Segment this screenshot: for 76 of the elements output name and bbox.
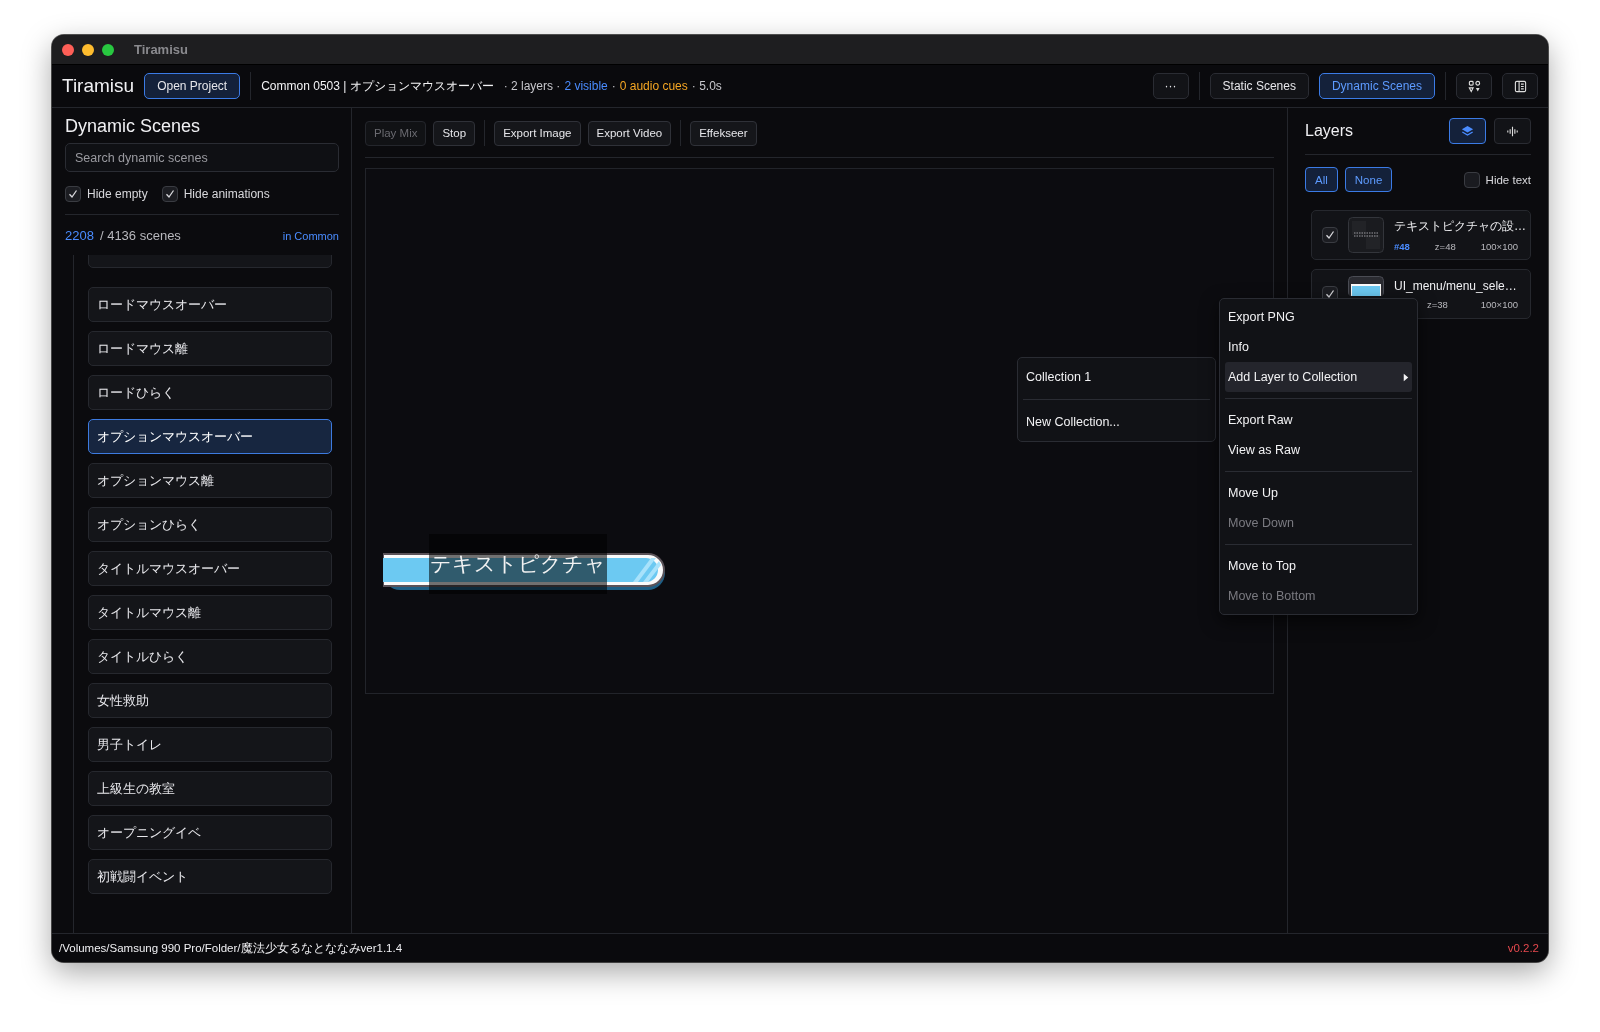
open-project-button[interactable]: Open Project <box>144 73 241 99</box>
version-label: v0.2.2 <box>1507 942 1539 954</box>
menu-item[interactable]: Info <box>1225 332 1412 362</box>
view-toggle[interactable] <box>1494 118 1531 144</box>
scene-stat: 2 visible <box>564 79 608 93</box>
filter-label: Hide empty <box>87 187 148 201</box>
scene-item[interactable]: タイトルマウスオーバー <box>88 551 332 586</box>
filter-button[interactable]: None <box>1344 167 1393 192</box>
mode-tab[interactable]: Static Scenes <box>1209 73 1309 99</box>
scope-link[interactable]: in Common <box>282 229 339 242</box>
search-field[interactable]: Search dynamic scenes <box>65 143 339 172</box>
shapes-icon-button[interactable] <box>1456 73 1492 99</box>
scene-count: 2208 <box>65 228 94 243</box>
view-toggle[interactable] <box>1449 118 1486 144</box>
layer-size: 100×100 <box>1480 241 1518 252</box>
layer-thumbnail <box>1348 217 1384 253</box>
app-name: Tiramisu <box>62 75 135 97</box>
submenu-item[interactable]: Collection 1 <box>1023 361 1210 393</box>
text-layer: テキストピクチャ <box>429 534 607 594</box>
action-button[interactable]: Export Video <box>587 120 672 146</box>
menu-item[interactable]: Export Raw <box>1225 405 1412 435</box>
submenu-item[interactable]: New Collection... <box>1023 406 1210 438</box>
hide-text-checkbox[interactable] <box>1463 171 1480 188</box>
scene-item[interactable]: 上級生の教室 <box>88 771 332 806</box>
filter-checkbox[interactable] <box>65 186 81 202</box>
layer-id: #48 <box>1394 241 1410 252</box>
layer-checkbox[interactable] <box>1322 227 1338 243</box>
action-button[interactable]: Effekseer <box>690 120 757 146</box>
filter-label: Hide animations <box>183 187 270 201</box>
scene-item[interactable]: ロードマウス離 <box>88 331 332 366</box>
filter-button[interactable]: All <box>1305 167 1338 192</box>
scene-stat: · 2 layers · <box>503 79 561 93</box>
scene-stat: · 5.0s <box>691 79 722 93</box>
scene-item[interactable]: 男子トイレ <box>88 727 332 762</box>
close-button[interactable] <box>62 43 74 56</box>
scene-total: / 4136 scenes <box>99 228 181 243</box>
menu-item[interactable]: Move to Top <box>1225 551 1412 581</box>
more-button[interactable]: ··· <box>1152 73 1189 99</box>
zoom-button[interactable] <box>102 43 114 56</box>
sidebar-toggle-button[interactable] <box>1502 73 1538 99</box>
filter-checkbox[interactable] <box>161 186 178 202</box>
scene-item[interactable]: オプションマウスオーバー <box>88 419 332 454</box>
scene-item[interactable]: オプションひらく <box>88 507 332 542</box>
scene-item[interactable]: オープニングイベ <box>88 815 332 850</box>
scene-item[interactable]: タイトルひらく <box>88 639 332 674</box>
panel-title: Layers <box>1305 122 1355 140</box>
layers-icon <box>1460 123 1475 139</box>
scene-item[interactable]: 女性救助 <box>88 683 332 718</box>
layer-z-index: z=38 <box>1426 298 1448 310</box>
menu-item[interactable]: Move Up <box>1225 478 1412 508</box>
layer-item[interactable]: テキストピクチャの設… #48 z=48 100×100 <box>1311 210 1531 260</box>
minimize-button[interactable] <box>82 43 94 56</box>
layer-thumbnail <box>1348 276 1384 296</box>
checkbox-label: Hide text <box>1485 173 1531 186</box>
menu-item[interactable]: Add Layer to Collection <box>1225 362 1412 392</box>
scene-item[interactable]: 初戦闘イベント <box>88 859 332 894</box>
scene-stat: · <box>611 79 616 93</box>
sidebar-icon <box>1513 79 1527 93</box>
window-title: Tiramisu <box>134 42 188 57</box>
layer-name: UI_menu/menu_sele… <box>1394 278 1518 293</box>
sidebar-title: Dynamic Scenes <box>65 116 202 137</box>
scene-item[interactable]: ロードマウスオーバー <box>88 287 332 322</box>
scene-stat: 0 audio cues <box>619 79 688 93</box>
scene-item[interactable]: タイトルマウス離 <box>88 595 332 630</box>
mode-tab[interactable]: Dynamic Scenes <box>1318 73 1435 99</box>
menu-item[interactable]: View as Raw <box>1225 435 1412 465</box>
scene-item[interactable]: ロードひらく <box>88 375 332 410</box>
layer-size: 100×100 <box>1480 298 1518 310</box>
action-button[interactable]: Stop <box>433 120 476 146</box>
layer-z-index: z=48 <box>1434 241 1456 252</box>
submenu-arrow-icon <box>1403 372 1409 382</box>
scene-item[interactable]: オプションマウス離 <box>88 463 332 498</box>
action-button[interactable]: Export Image <box>494 120 581 146</box>
shapes-icon <box>1467 79 1481 93</box>
project-path: /Volumes/Samsung 990 Pro/Folder/魔法少女るなとななみver1.1.4 <box>59 940 403 956</box>
scene-title: Common 0503 | オプションマウスオーバー <box>261 77 494 95</box>
